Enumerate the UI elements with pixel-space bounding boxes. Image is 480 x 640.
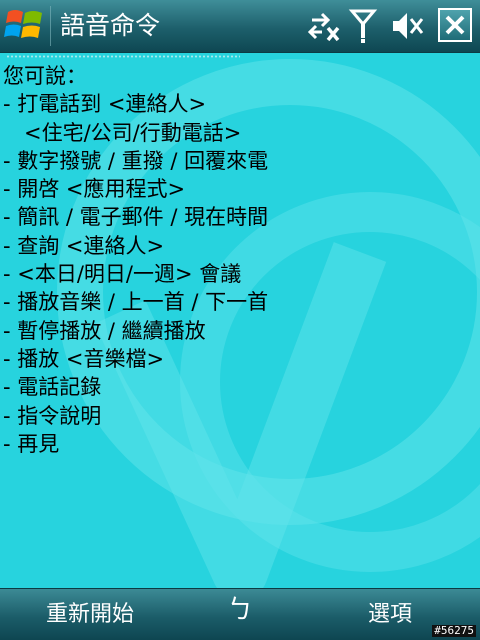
separator-dots bbox=[6, 55, 240, 58]
title-divider bbox=[50, 6, 51, 46]
command-line: - 電話記錄 bbox=[3, 375, 102, 400]
intro-text: 您可說： bbox=[3, 64, 87, 88]
input-panel-button[interactable]: ㄅ bbox=[218, 595, 262, 635]
signal-icon[interactable] bbox=[348, 8, 378, 44]
restart-softkey[interactable]: 重新開始 bbox=[0, 589, 180, 640]
command-line: - 查詢 <連絡人> bbox=[3, 233, 165, 258]
command-line: - 再見 bbox=[3, 431, 60, 456]
command-line: - 打電話到 <連絡人> bbox=[3, 92, 207, 117]
window-title: 語音命令 bbox=[60, 11, 161, 40]
close-icon[interactable] bbox=[438, 8, 472, 42]
voice-command-help: 您可說： - 打電話到 <連絡人> <住宅/公司/行動電話> - 數字撥號 / … bbox=[0, 62, 480, 458]
command-line: - 播放 <音樂檔> bbox=[3, 346, 165, 371]
command-line: - 簡訊 / 電子郵件 / 現在時間 bbox=[3, 205, 269, 230]
command-line: - 播放音樂 / 上一首 / 下一首 bbox=[3, 290, 269, 315]
command-line: - 數字撥號 / 重撥 / 回覆來電 bbox=[3, 148, 269, 173]
watermark: #56275 bbox=[432, 624, 476, 637]
command-line: - 開啓 <應用程式> bbox=[3, 177, 186, 202]
windows-start-icon[interactable] bbox=[2, 2, 48, 48]
title-bar: 語音命令 bbox=[0, 0, 480, 53]
command-line: - 暫停播放 / 繼續播放 bbox=[3, 318, 206, 343]
screen: 語音命令 您可說： - 打電話到 <連絡人> <住宅/公司/行動電話> - 數字… bbox=[0, 0, 480, 640]
speaker-muted-icon[interactable] bbox=[390, 8, 426, 44]
command-line: <住宅/公司/行動電話> bbox=[24, 120, 242, 145]
command-line: - <本日/明日/一週> 會議 bbox=[3, 262, 242, 287]
menu-bar: 重新開始 ㄅ 選項 bbox=[0, 588, 480, 640]
command-line: - 指令說明 bbox=[3, 403, 102, 428]
connectivity-icon[interactable] bbox=[306, 8, 342, 44]
